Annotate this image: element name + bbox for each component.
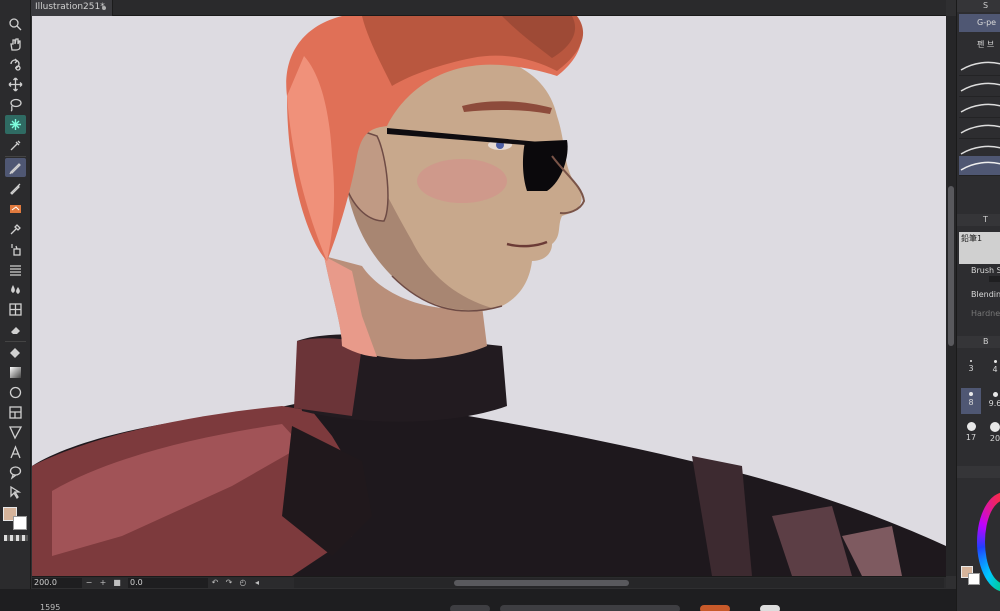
rotate-left-button[interactable]: ↶ bbox=[208, 578, 222, 588]
brush-stroke-preview[interactable] bbox=[959, 119, 1000, 139]
taskbar-pill[interactable] bbox=[760, 605, 780, 611]
sub-tool-header-label: S bbox=[983, 1, 989, 10]
pencil-tool-icon[interactable] bbox=[5, 179, 26, 198]
brush-size-value: 8 bbox=[968, 398, 974, 407]
toolbar-separator bbox=[5, 156, 26, 157]
brush-size-option[interactable]: 9.6 bbox=[985, 392, 1000, 408]
brush-size-value: 20 bbox=[989, 434, 1000, 443]
zoom-in-button[interactable]: + bbox=[96, 578, 110, 588]
sub-tool-label: 펜 브 bbox=[977, 40, 995, 49]
unsaved-dot-icon bbox=[102, 6, 106, 10]
brush-size-header-label: B bbox=[983, 337, 989, 346]
gradient-tool-icon[interactable] bbox=[5, 363, 26, 382]
text-tool-icon[interactable] bbox=[5, 443, 26, 462]
tool-name-label: 鉛筆1 bbox=[961, 234, 983, 243]
app-window: Illustration251* 200.0 − + ■ 0.0 ↶ ↷ ◴ ◂… bbox=[0, 0, 1000, 611]
brush-stroke-preview-selected[interactable] bbox=[959, 156, 1000, 176]
brush-stroke-preview[interactable] bbox=[959, 98, 1000, 118]
lasso-tool-icon[interactable] bbox=[5, 95, 26, 114]
taskbar-pill[interactable] bbox=[450, 605, 490, 611]
flip-button[interactable]: ◂ bbox=[250, 578, 264, 588]
tool-property-header-label: T bbox=[983, 215, 988, 224]
tool-property-preview: 鉛筆1 bbox=[959, 232, 1000, 264]
taskbar-pill[interactable] bbox=[700, 605, 730, 611]
zoom-tool-icon[interactable] bbox=[5, 15, 26, 34]
brush-size-label: Brush S bbox=[971, 266, 1000, 275]
frame-tool-icon[interactable] bbox=[5, 403, 26, 422]
vertical-scrollbar-thumb[interactable] bbox=[948, 186, 954, 346]
eyedropper-tool-icon[interactable] bbox=[5, 136, 26, 155]
document-tab[interactable]: Illustration251* bbox=[31, 0, 113, 16]
taskbar-pill[interactable] bbox=[500, 605, 680, 611]
color-wheel-panel-header bbox=[957, 466, 1000, 478]
sub-tool-panel-header: S bbox=[957, 0, 1000, 12]
bottom-strip: 1595 bbox=[0, 589, 1000, 611]
canvas-vertical-scrollbar[interactable] bbox=[946, 16, 956, 576]
transparent-color-swatch[interactable] bbox=[4, 535, 28, 541]
eraser-tool-icon[interactable] bbox=[5, 320, 26, 339]
horizontal-scrollbar-thumb[interactable] bbox=[454, 580, 629, 586]
brush-size-option[interactable]: 4 bbox=[985, 360, 1000, 374]
rotation-angle-field[interactable]: 0.0 bbox=[128, 577, 208, 588]
fill-tool-icon[interactable] bbox=[5, 343, 26, 362]
brush-size-value: 17 bbox=[965, 433, 977, 442]
auto-select-tool-icon[interactable] bbox=[5, 115, 26, 134]
hand-tool-icon[interactable] bbox=[5, 35, 26, 54]
right-panel: S G-pe 펜 브 T 鉛筆1 Brush S Blendin Hardne … bbox=[956, 0, 1000, 611]
illustration-artwork bbox=[32, 16, 946, 576]
brush-size-option-selected[interactable]: 8 bbox=[961, 388, 981, 414]
rotate-tool-icon[interactable] bbox=[5, 55, 26, 74]
figure-tool-icon[interactable] bbox=[5, 383, 26, 402]
marker-tool-icon[interactable] bbox=[5, 220, 26, 239]
hardness-label: Hardne bbox=[971, 309, 1000, 318]
brush-size-option[interactable]: 17 bbox=[961, 422, 981, 442]
document-tab-title: Illustration251* bbox=[35, 2, 105, 12]
brush-tool-icon[interactable] bbox=[5, 199, 26, 218]
balloon-tool-icon[interactable] bbox=[5, 463, 26, 482]
sub-tool-item-pen-brush[interactable]: 펜 브 bbox=[959, 36, 1000, 54]
brush-size-option[interactable]: 3 bbox=[961, 360, 981, 373]
ruler-tool-icon[interactable] bbox=[5, 423, 26, 442]
brush-size-panel-header: B bbox=[957, 336, 1000, 348]
brush-size-slider[interactable] bbox=[989, 276, 1000, 282]
tool-palette bbox=[0, 0, 31, 590]
sub-color-swatch[interactable] bbox=[13, 516, 27, 530]
move-tool-icon[interactable] bbox=[5, 75, 26, 94]
canvas-status-bar: 200.0 − + ■ 0.0 ↶ ↷ ◴ ◂ bbox=[32, 576, 946, 588]
rotate-right-button[interactable]: ↷ bbox=[222, 578, 236, 588]
panel-sub-color-swatch[interactable] bbox=[968, 573, 980, 585]
toolbar-separator bbox=[5, 341, 26, 342]
blend-tool-icon[interactable] bbox=[5, 280, 26, 299]
decoration-tool-icon[interactable] bbox=[5, 260, 26, 279]
document-tab-bar: Illustration251* bbox=[0, 0, 946, 16]
canvas-horizontal-scrollbar[interactable] bbox=[294, 578, 944, 588]
reset-rotation-button[interactable]: ◴ bbox=[236, 578, 250, 588]
zoom-level-field[interactable]: 200.0 bbox=[32, 577, 82, 588]
brush-stroke-preview[interactable] bbox=[959, 56, 1000, 76]
tool-property-panel-header: T bbox=[957, 214, 1000, 226]
drawing-canvas[interactable] bbox=[32, 16, 946, 576]
liquify-tool-icon[interactable] bbox=[5, 300, 26, 319]
brush-size-value: 3 bbox=[968, 364, 974, 373]
correct-line-tool-icon[interactable] bbox=[5, 483, 26, 502]
brush-size-value: 9.6 bbox=[988, 399, 1000, 408]
fit-button[interactable]: ■ bbox=[110, 578, 124, 588]
pen-tool-icon[interactable] bbox=[5, 158, 26, 177]
brush-size-option[interactable]: 20 bbox=[985, 422, 1000, 443]
coordinate-readout: 1595 bbox=[40, 603, 61, 611]
zoom-out-button[interactable]: − bbox=[82, 578, 96, 588]
blending-label: Blendin bbox=[971, 290, 1000, 299]
brush-stroke-preview[interactable] bbox=[959, 77, 1000, 97]
airbrush-tool-icon[interactable] bbox=[5, 240, 26, 259]
sub-tool-item-gpen[interactable]: G-pe bbox=[959, 14, 1000, 32]
brush-size-value: 4 bbox=[992, 365, 998, 374]
sub-tool-label: G-pe bbox=[977, 18, 997, 27]
